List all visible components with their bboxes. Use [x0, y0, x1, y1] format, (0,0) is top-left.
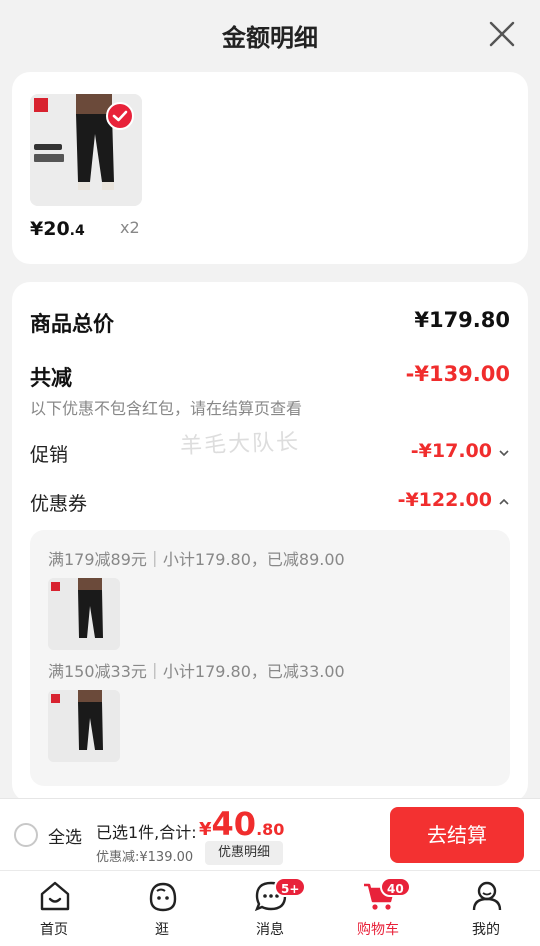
- tab-label: 首页: [40, 922, 68, 938]
- tab-label: 逛: [155, 922, 169, 938]
- user-icon: [472, 881, 502, 911]
- discount-detail-button[interactable]: 优惠明细: [205, 841, 283, 865]
- total-value: ¥179.80: [414, 308, 510, 332]
- messages-badge: 5+: [274, 877, 307, 897]
- face-icon: [149, 882, 177, 912]
- tab-profile[interactable]: 我的: [432, 871, 540, 946]
- cart-badge: 40: [380, 877, 411, 897]
- checkout-button[interactable]: 去结算: [390, 807, 524, 863]
- product-price: ¥20.4: [30, 218, 85, 240]
- reduce-row: 共减 -¥139.00: [30, 362, 510, 392]
- total-amount: ¥40.80: [199, 805, 284, 843]
- promo-label: 促销: [30, 444, 69, 466]
- price-main: ¥20: [30, 218, 70, 240]
- tab-label: 消息: [256, 922, 284, 938]
- tab-bar: 首页 逛 5+ 消息 40 购物车 我的: [0, 870, 540, 946]
- total-int: 40: [211, 805, 257, 843]
- selected-check-icon[interactable]: [106, 102, 134, 130]
- tab-home[interactable]: 首页: [0, 871, 108, 946]
- selected-summary: 已选1件,合计:: [96, 823, 197, 842]
- chevron-down-icon[interactable]: [498, 448, 510, 458]
- tab-messages[interactable]: 5+ 消息: [216, 871, 324, 946]
- coupon-value: -¥122.00: [397, 489, 492, 511]
- coupon-row[interactable]: 优惠券 -¥122.00: [30, 489, 510, 516]
- coupon-detail-box: 满179减89元｜小计179.80，已减89.00 满150减33元｜小计179…: [30, 530, 510, 786]
- promo-value: -¥17.00: [410, 440, 492, 462]
- coupon-label: 优惠券: [30, 493, 88, 515]
- home-icon: [40, 881, 70, 911]
- reduce-label: 共减: [30, 366, 72, 390]
- watermark: 羊毛大队长: [179, 429, 301, 460]
- total-row: 商品总价 ¥179.80: [30, 308, 510, 338]
- coupon-product-image: [48, 578, 120, 650]
- price-small: .4: [69, 223, 85, 239]
- select-all-label[interactable]: 全选: [48, 823, 82, 848]
- tab-browse[interactable]: 逛: [108, 871, 216, 946]
- total-dec: .80: [256, 820, 285, 839]
- discount-text: 优惠减:¥139.00: [96, 850, 194, 865]
- page-title: 金额明细: [222, 24, 318, 52]
- header: 金额明细: [0, 0, 540, 70]
- checkout-bar: 全选 已选1件,合计: ¥40.80 优惠减:¥139.00 优惠明细 去结算: [0, 798, 540, 870]
- tab-label: 购物车: [357, 922, 399, 938]
- reduce-note: 以下优惠不包含红包，请在结算页查看: [30, 399, 303, 418]
- product-quantity: x2: [120, 218, 140, 237]
- tab-label: 我的: [472, 922, 500, 938]
- product-card: ¥20.4 x2: [12, 72, 528, 264]
- coupon-line: 满179减89元｜小计179.80，已减89.00: [48, 550, 345, 569]
- total-label: 商品总价: [30, 312, 114, 336]
- coupon-line: 满150减33元｜小计179.80，已减33.00: [48, 662, 345, 681]
- tab-cart[interactable]: 40 购物车: [324, 871, 432, 946]
- total-yen: ¥: [199, 819, 212, 840]
- summary-card: 商品总价 ¥179.80 共减 -¥139.00 以下优惠不包含红包，请在结算页…: [12, 282, 528, 802]
- coupon-product-image: [48, 690, 120, 762]
- chevron-up-icon[interactable]: [498, 497, 510, 507]
- select-all-radio[interactable]: [14, 823, 38, 847]
- close-icon[interactable]: [488, 20, 516, 48]
- reduce-value: -¥139.00: [405, 362, 510, 386]
